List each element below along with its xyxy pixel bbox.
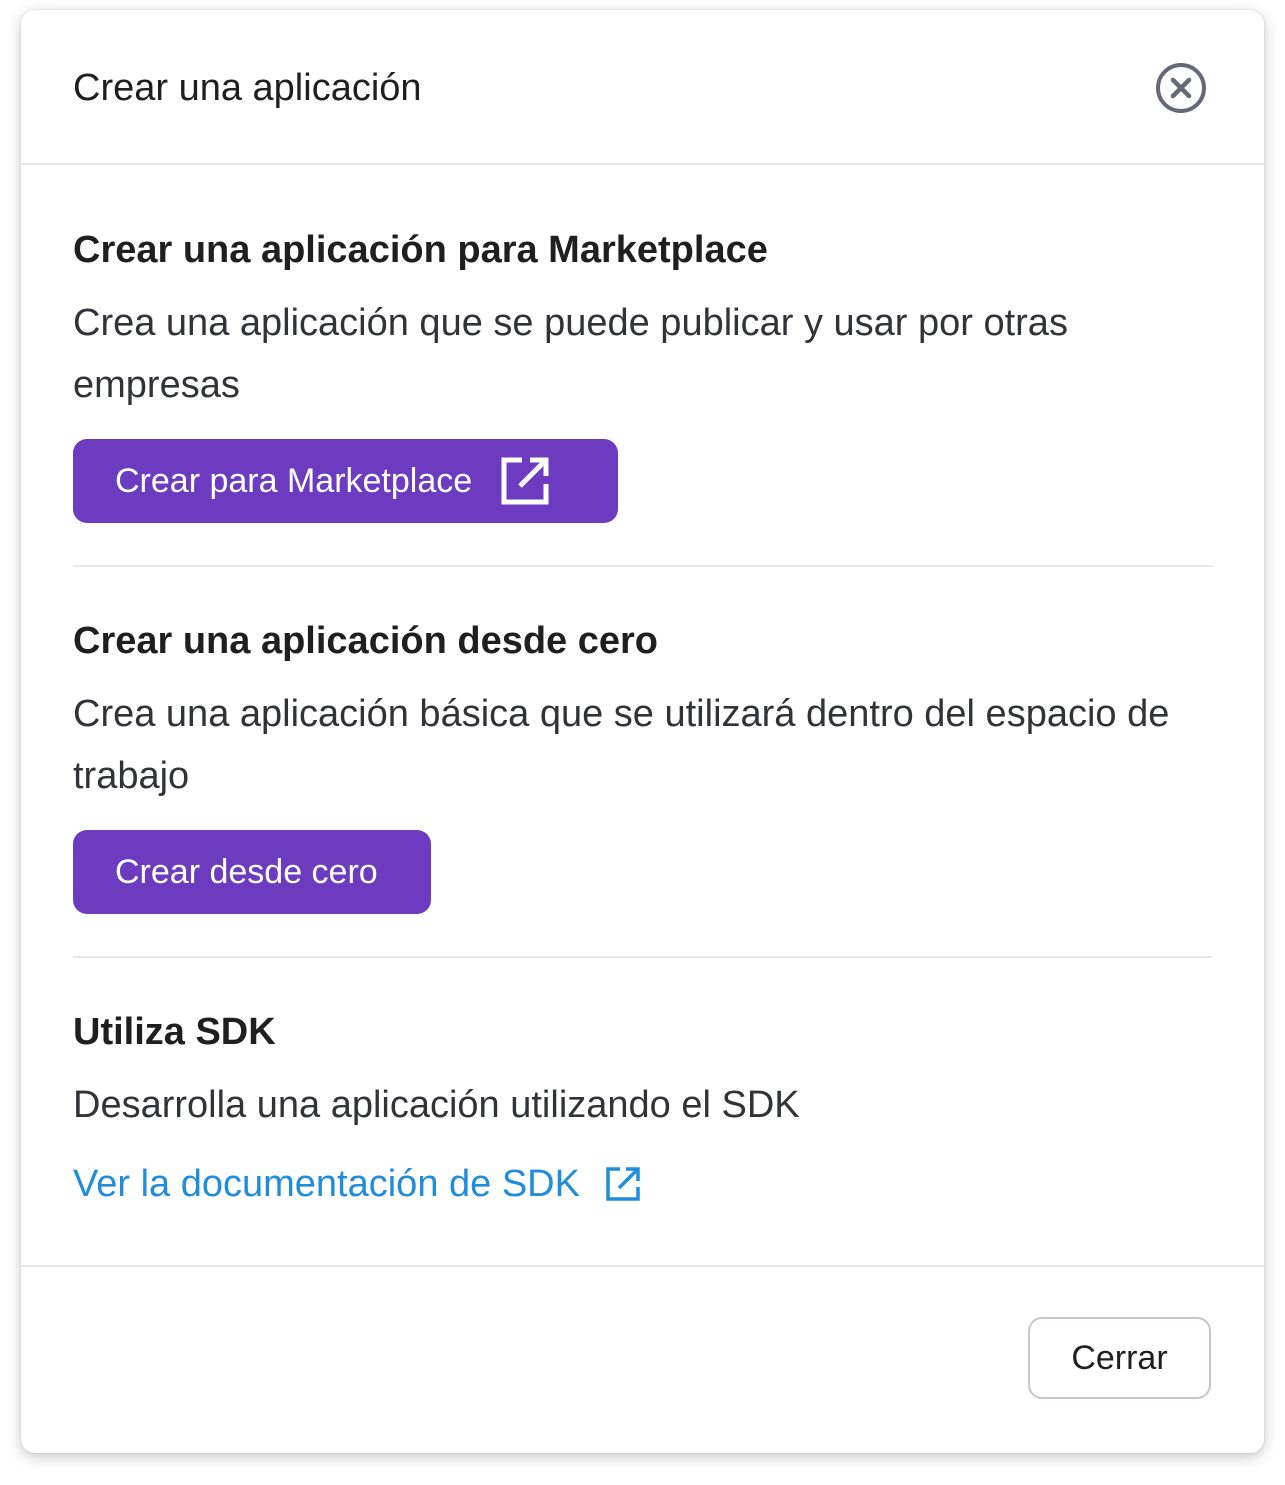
external-link-icon [500,456,550,506]
marketplace-section: Crear una aplicación para Marketplace Cr… [73,226,1213,416]
footer-divider [21,1265,1264,1267]
sdk-documentation-link[interactable]: Ver la documentación de SDK [73,1160,642,1208]
marketplace-section-description: Crea una aplicación que se puede publica… [73,302,1068,406]
create-for-marketplace-button[interactable]: Crear para Marketplace [73,439,618,523]
close-button[interactable]: Cerrar [1028,1317,1211,1399]
create-app-dialog: Crear una aplicación Crear una aplicació… [21,10,1264,1453]
from-scratch-section: Crear una aplicación desde cero Crea una… [73,617,1213,807]
close-icon[interactable] [1155,62,1207,114]
create-for-marketplace-label: Crear para Marketplace [115,461,473,500]
close-button-label: Cerrar [1071,1338,1168,1377]
create-from-scratch-label: Crear desde cero [115,852,378,891]
dialog-header: Crear una aplicación [21,10,1264,165]
from-scratch-section-title: Crear una aplicación desde cero [73,620,659,662]
sdk-documentation-link-label: Ver la documentación de SDK [73,1163,580,1205]
section-divider [73,956,1213,958]
sdk-section-description: Desarrolla una aplicación utilizando el … [73,1084,800,1126]
marketplace-section-title: Crear una aplicación para Marketplace [73,229,768,271]
from-scratch-section-description: Crea una aplicación básica que se utiliz… [73,693,1170,797]
dialog-title: Crear una aplicación [73,67,422,109]
sdk-section-title: Utiliza SDK [73,1011,276,1053]
create-from-scratch-button[interactable]: Crear desde cero [73,830,431,914]
section-divider [73,565,1213,567]
external-link-icon [604,1165,642,1203]
sdk-section: Utiliza SDK Desarrolla una aplicación ut… [73,1008,1213,1136]
